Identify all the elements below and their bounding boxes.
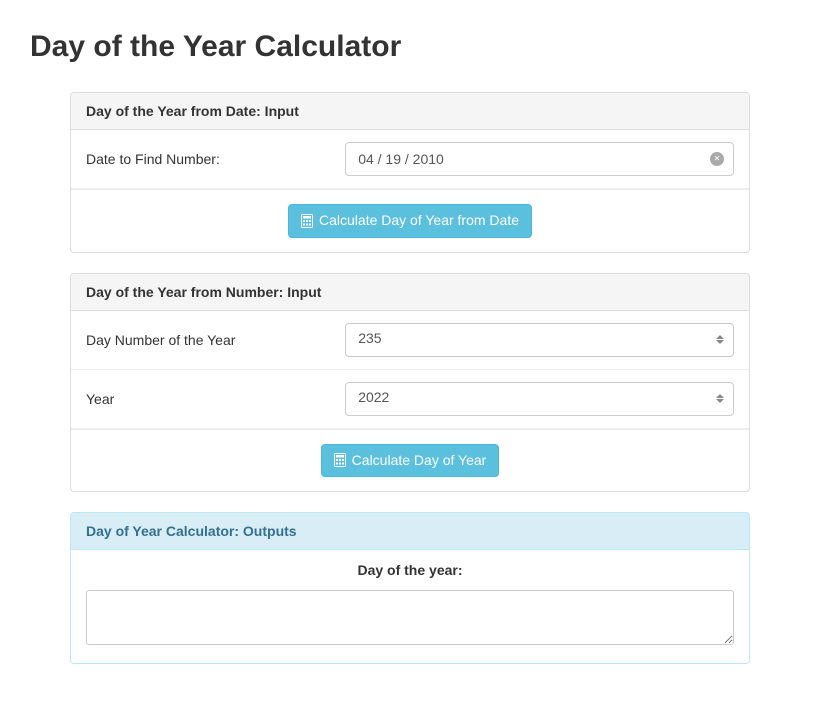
panel-from-date-heading: Day of the Year from Date: Input bbox=[71, 93, 749, 130]
row-daynum: Day Number of the Year 235 bbox=[71, 311, 749, 370]
row-date: Date to Find Number: 04 / 19 / 2010 bbox=[71, 130, 749, 189]
date-value: 04 / 19 / 2010 bbox=[358, 151, 444, 167]
chevron-up-icon[interactable] bbox=[716, 335, 724, 339]
output-textarea[interactable] bbox=[86, 590, 734, 645]
row-year: Year 2022 bbox=[71, 370, 749, 429]
clear-date-icon[interactable] bbox=[710, 152, 724, 166]
chevron-up-icon[interactable] bbox=[716, 394, 724, 398]
output-label: Day of the year: bbox=[71, 550, 749, 590]
daynum-label: Day Number of the Year bbox=[86, 332, 345, 348]
year-value: 2022 bbox=[358, 389, 389, 405]
calculate-from-date-label: Calculate Day of Year from Date bbox=[319, 211, 519, 231]
panel-outputs: Day of Year Calculator: Outputs Day of t… bbox=[70, 512, 750, 664]
year-input[interactable]: 2022 bbox=[345, 382, 734, 416]
page-title: Day of the Year Calculator bbox=[30, 30, 805, 64]
panel-outputs-heading: Day of Year Calculator: Outputs bbox=[71, 513, 749, 550]
calculate-from-number-button[interactable]: Calculate Day of Year bbox=[321, 444, 500, 478]
date-label: Date to Find Number: bbox=[86, 151, 345, 167]
calculator-icon bbox=[301, 214, 313, 228]
chevron-down-icon[interactable] bbox=[716, 399, 724, 403]
date-input[interactable]: 04 / 19 / 2010 bbox=[345, 142, 734, 176]
year-stepper[interactable] bbox=[716, 392, 726, 406]
daynum-input[interactable]: 235 bbox=[345, 323, 734, 357]
calculator-icon bbox=[334, 453, 346, 467]
panel-from-date: Day of the Year from Date: Input Date to… bbox=[70, 92, 750, 253]
year-label: Year bbox=[86, 391, 345, 407]
calculate-from-date-button[interactable]: Calculate Day of Year from Date bbox=[288, 204, 532, 238]
panel-from-number-heading: Day of the Year from Number: Input bbox=[71, 274, 749, 311]
chevron-down-icon[interactable] bbox=[716, 340, 724, 344]
daynum-stepper[interactable] bbox=[716, 333, 726, 347]
daynum-value: 235 bbox=[358, 330, 381, 346]
calculate-from-number-label: Calculate Day of Year bbox=[352, 451, 487, 471]
panel-from-number: Day of the Year from Number: Input Day N… bbox=[70, 273, 750, 493]
